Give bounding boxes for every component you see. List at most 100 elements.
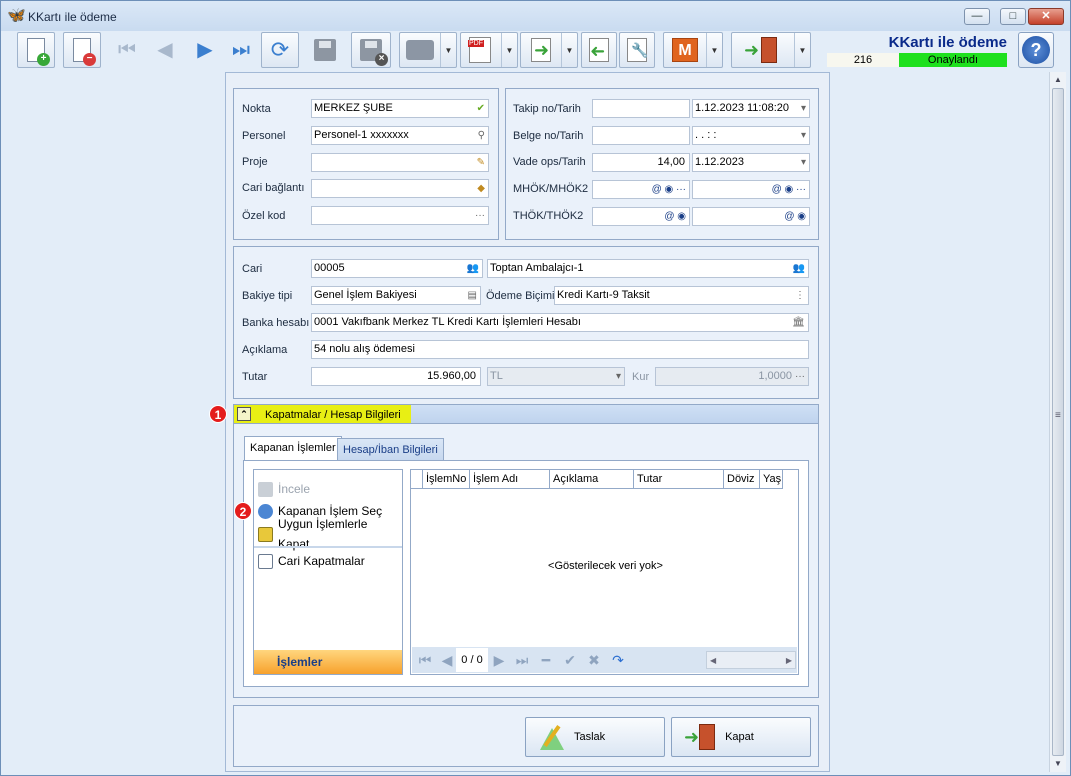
date-dropdown-icon[interactable]: ▾	[801, 127, 806, 144]
proje-field[interactable]: ✎	[311, 153, 489, 172]
vade-date-field[interactable]: 1.12.2023 ▾	[692, 153, 810, 172]
close-window-button[interactable]: ✕	[1028, 8, 1064, 25]
chevron-down-icon[interactable]: ▾	[616, 368, 621, 385]
horizontal-scrollbar[interactable]: ◀ ▶	[706, 651, 796, 669]
save-button[interactable]	[307, 32, 343, 68]
people-icon[interactable]: 👥	[467, 260, 479, 277]
bakiye-field[interactable]: Genel İşlem Bakiyesi ▤	[311, 286, 481, 305]
takip-date-field[interactable]: 1.12.2023 11:08:20 ▾	[692, 99, 810, 118]
last-page-icon[interactable]: ⏭	[510, 652, 534, 669]
menu-footer-islemler[interactable]: İşlemler	[254, 650, 402, 674]
belge-date-field[interactable]: . . : : ▾	[692, 126, 810, 145]
exit-dropdown-icon[interactable]: ▼	[794, 33, 810, 67]
cancel-icon[interactable]: ✖	[582, 652, 606, 669]
person-lookup-icon[interactable]: ⚲	[478, 127, 485, 144]
minimize-button[interactable]: —	[964, 8, 990, 25]
draft-button[interactable]: Taslak	[525, 717, 665, 757]
redo-icon[interactable]: ↷	[606, 652, 630, 669]
vertical-scrollbar[interactable]: ▲ ≡ ▼	[1049, 72, 1066, 772]
ozel-kod-field[interactable]: ···	[311, 206, 489, 225]
last-record-button[interactable]: ⏭	[223, 32, 259, 68]
wrench-icon: 🔧	[627, 38, 648, 62]
column-header[interactable]: Döviz	[724, 470, 760, 489]
collapse-icon[interactable]: ⌃	[237, 407, 251, 421]
tutar-field[interactable]: 15.960,00	[311, 367, 481, 386]
kur-field[interactable]: 1,0000 ···	[655, 367, 809, 386]
delete-button[interactable]: −	[63, 32, 101, 68]
date-dropdown-icon[interactable]: ▾	[801, 154, 806, 171]
currency-select[interactable]: TL ▾	[487, 367, 625, 386]
refresh-button[interactable]: ⟳	[261, 32, 299, 68]
mhok-field[interactable]: @ ◉ ···	[592, 180, 690, 199]
date-dropdown-icon[interactable]: ▾	[801, 100, 806, 117]
next-record-button[interactable]: ▶	[187, 32, 223, 68]
menu-item-incele[interactable]: İncele	[258, 479, 310, 499]
export-button[interactable]: ➜ ▼	[520, 32, 578, 68]
scroll-right-icon[interactable]: ▶	[786, 656, 792, 665]
m-button[interactable]: M ▼	[663, 32, 723, 68]
maximize-button[interactable]: □	[1000, 8, 1026, 25]
column-header[interactable]: İşlemNo	[423, 470, 470, 489]
banka-field[interactable]: 0001 Vakıfbank Merkez TL Kredi Kartı İşl…	[311, 313, 809, 332]
ledger-icon[interactable]: ▤	[468, 287, 477, 304]
menu-item-uygun-islemlerle-kapat[interactable]: Uygun İşlemlerle Kapat	[258, 517, 402, 551]
first-record-button[interactable]: ⏮	[109, 32, 145, 68]
column-header[interactable]: Yaş	[760, 470, 783, 489]
settings-button[interactable]: 🔧	[619, 32, 655, 68]
confirm-icon[interactable]: ✔	[558, 652, 582, 669]
nokta-field[interactable]: MERKEZ ŞUBE ✔	[311, 99, 489, 118]
scroll-down-icon[interactable]: ▼	[1050, 756, 1066, 772]
mhok2-field[interactable]: @ ◉ ···	[692, 180, 810, 199]
takip-no-field[interactable]	[592, 99, 690, 118]
m-dropdown-icon[interactable]: ▼	[706, 33, 722, 67]
pdf-button[interactable]: PDF ▼	[460, 32, 518, 68]
tab-kapanan-islemler[interactable]: Kapanan İşlemler	[244, 436, 342, 461]
next-page-icon[interactable]: ▶	[488, 652, 510, 669]
prev-page-icon[interactable]: ◀	[438, 652, 456, 669]
cari-code-field[interactable]: 00005 👥	[311, 259, 483, 278]
cari-baglanti-field[interactable]: ◆	[311, 179, 489, 198]
close-form-button[interactable]: ➜ Kapat	[671, 717, 811, 757]
at-eye-icon[interactable]: @ ◉	[784, 208, 806, 225]
import-button[interactable]: ➜	[581, 32, 617, 68]
thok2-field[interactable]: @ ◉	[692, 207, 810, 226]
help-button[interactable]: ?	[1018, 32, 1054, 68]
ellipsis-icon[interactable]: ···	[475, 207, 485, 224]
save-close-button[interactable]: ×	[351, 32, 391, 68]
tab-hesap-iban[interactable]: Hesap/İban Bilgileri	[337, 438, 444, 460]
tree-icon[interactable]: ⋮	[795, 287, 805, 304]
new-button[interactable]: +	[17, 32, 55, 68]
scroll-left-icon[interactable]: ◀	[710, 656, 716, 665]
new-document-icon: +	[27, 38, 50, 66]
pdf-dropdown-icon[interactable]: ▼	[501, 33, 517, 67]
ellipsis-icon[interactable]: ···	[795, 368, 805, 385]
bank-icon[interactable]: 🏛	[792, 314, 805, 331]
exit-button[interactable]: ➜ ▼	[731, 32, 811, 68]
column-header[interactable]: Tutar	[634, 470, 724, 489]
at-eye-ellipsis-icon[interactable]: @ ◉ ···	[652, 181, 686, 198]
vade-ops-field[interactable]: 14,00	[592, 153, 690, 172]
prev-record-button[interactable]: ◀	[147, 32, 183, 68]
check-icon[interactable]: ✔	[477, 100, 485, 117]
scroll-up-icon[interactable]: ▲	[1050, 72, 1066, 88]
at-eye-ellipsis-icon[interactable]: @ ◉ ···	[772, 181, 806, 198]
at-eye-icon[interactable]: @ ◉	[664, 208, 686, 225]
aciklama-field[interactable]: 54 nolu alış ödemesi	[311, 340, 809, 359]
cari-name-field[interactable]: Toptan Ambalajcı-1 👥	[487, 259, 809, 278]
first-page-icon[interactable]: ⏮	[412, 652, 438, 669]
print-dropdown-icon[interactable]: ▼	[440, 33, 456, 67]
belge-no-field[interactable]	[592, 126, 690, 145]
menu-item-cari-kapatmalar[interactable]: Cari Kapatmalar	[258, 551, 365, 571]
people-icon[interactable]: 👥	[793, 260, 805, 277]
personel-field[interactable]: Personel-1 xxxxxxx ⚲	[311, 126, 489, 145]
odeme-field[interactable]: Kredi Kartı-9 Taksit ⋮	[554, 286, 809, 305]
column-header[interactable]: Açıklama	[550, 470, 634, 489]
print-button[interactable]: ▼	[399, 32, 457, 68]
scroll-thumb[interactable]	[1052, 88, 1064, 756]
thok-field[interactable]: @ ◉	[592, 207, 690, 226]
tag-icon[interactable]: ◆	[477, 180, 485, 197]
column-header[interactable]: İşlem Adı	[470, 470, 550, 489]
tag-edit-icon[interactable]: ✎	[477, 154, 485, 171]
remove-icon[interactable]: ━	[534, 652, 558, 669]
export-dropdown-icon[interactable]: ▼	[561, 33, 577, 67]
